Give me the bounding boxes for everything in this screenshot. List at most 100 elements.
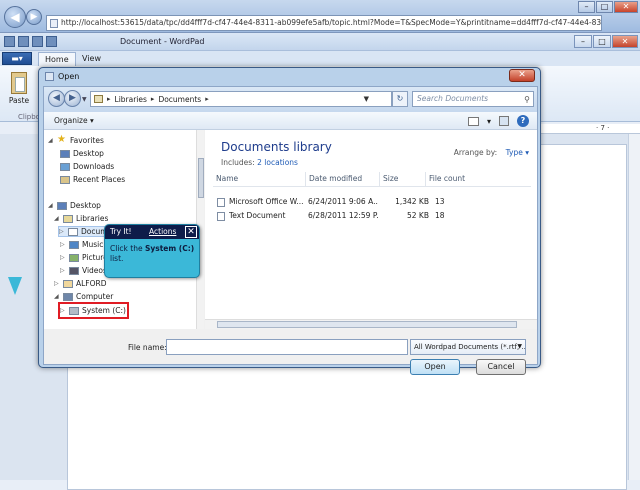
refresh-button[interactable]: ↻ (392, 91, 408, 107)
file-row[interactable]: Text Document 6/28/2011 12:59 P... 52 KB… (213, 209, 531, 223)
open-dialog: Open ✕ ◀ ▶ ▼ ▸ Libraries ▸ Documents ▸ ▼… (38, 67, 541, 375)
help-icon[interactable]: ? (517, 115, 529, 127)
library-icon (94, 95, 103, 103)
open-button[interactable]: Open (410, 359, 460, 375)
scrollbar-thumb[interactable] (198, 158, 204, 198)
file-row[interactable]: Microsoft Office W... 6/24/2011 9:06 A..… (213, 195, 531, 209)
paste-button[interactable]: Paste (6, 72, 32, 105)
change-view-icon[interactable] (467, 116, 479, 126)
file-date: 6/24/2011 9:06 A... (308, 197, 378, 206)
file-list-scrollbar[interactable] (205, 319, 537, 329)
browser-toolbar: ◀ ▶ http://localhost:53615/data/tpc/dd4f… (0, 0, 640, 33)
tree-item-desktop-favorite[interactable]: Desktop (60, 149, 104, 158)
tree-item-favorites[interactable]: ◢ ★ Favorites (48, 135, 104, 145)
dialog-app-icon (45, 72, 54, 81)
chevron-right-icon[interactable]: ▸ (205, 95, 209, 103)
expand-arrow-icon[interactable]: ▷ (60, 267, 66, 274)
tree-item-downloads[interactable]: Downloads (60, 162, 114, 171)
chevron-right-icon[interactable]: ▸ (151, 95, 155, 103)
search-input[interactable] (417, 94, 517, 103)
document-scrollbar[interactable] (628, 134, 640, 480)
tab-view[interactable]: View (76, 52, 107, 66)
column-header-date[interactable]: Date modified (305, 172, 379, 186)
tab-home[interactable]: Home (38, 52, 76, 66)
undo-icon[interactable] (32, 36, 43, 47)
ribbon-tabs: ▬▾ Home View (0, 51, 640, 66)
chevron-down-icon[interactable]: ▼ (364, 95, 369, 103)
tree-item-libraries[interactable]: ◢ Libraries (54, 214, 108, 223)
collapse-arrow-icon[interactable]: ◢ (54, 293, 60, 300)
dialog-toolbar: Organize ▾ ▾ ? (44, 112, 537, 130)
breadcrumb-documents[interactable]: Documents (158, 95, 201, 104)
browser-address-bar[interactable]: http://localhost:53615/data/tpc/dd4fff7d… (46, 15, 602, 31)
tree-label: Desktop (73, 149, 104, 158)
wordpad-title: Document - WordPad (120, 37, 205, 46)
tree-label: Music (82, 240, 104, 249)
browser-forward-button[interactable]: ▶ (26, 9, 42, 25)
document-folder-icon (217, 198, 225, 207)
browser-back-button[interactable]: ◀ (4, 6, 26, 28)
collapse-arrow-icon[interactable]: ◢ (48, 137, 54, 144)
file-type-dropdown[interactable]: All Wordpad Documents (*.rtf, ... ▼ (410, 339, 526, 355)
minimize-icon[interactable]: – (578, 1, 595, 13)
breadcrumb[interactable]: ▸ Libraries ▸ Documents ▸ ▼ (90, 91, 392, 107)
wordpad-minimize-icon[interactable]: – (574, 35, 592, 48)
save-icon[interactable] (18, 36, 29, 47)
locations-link[interactable]: 2 locations (257, 158, 298, 167)
forward-button[interactable]: ▶ (64, 90, 81, 107)
tree-label: Recent Places (73, 175, 126, 184)
more-options-icon[interactable]: ▾ (487, 117, 491, 126)
close-icon[interactable]: ✕ (614, 1, 638, 13)
tree-item-user[interactable]: ▷ ALFORD (54, 279, 107, 288)
expand-arrow-icon[interactable]: ▷ (59, 228, 65, 235)
callout-close-button[interactable]: ✕ (185, 226, 197, 238)
maximize-icon[interactable]: □ (596, 1, 613, 13)
redo-icon[interactable] (46, 36, 57, 47)
tree-item-videos[interactable]: ▷ Videos (60, 266, 107, 275)
breadcrumb-libraries[interactable]: Libraries (115, 95, 147, 104)
star-icon: ★ (57, 134, 66, 145)
collapse-arrow-icon[interactable]: ◢ (54, 215, 60, 222)
cancel-button[interactable]: Cancel (476, 359, 526, 375)
document-folder-icon (217, 212, 225, 221)
tree-item-desktop[interactable]: ◢ Desktop (48, 201, 101, 210)
wordpad-app-icon[interactable] (4, 36, 15, 47)
file-name-field[interactable] (166, 339, 408, 355)
music-icon (69, 240, 79, 249)
page-icon (50, 19, 58, 28)
tree-item-computer[interactable]: ◢ Computer (54, 292, 113, 301)
column-header-name[interactable]: Name (213, 172, 305, 186)
search-icon[interactable]: ⚲ (524, 93, 530, 107)
collapse-arrow-icon[interactable]: ◢ (48, 202, 54, 209)
tree-item-music[interactable]: ▷ Music (60, 240, 103, 249)
tree-item-recent-places[interactable]: Recent Places (60, 175, 125, 184)
recent-locations-dropdown-icon[interactable]: ▼ (82, 96, 87, 103)
scrollbar-thumb[interactable] (217, 321, 517, 328)
arrange-by-dropdown[interactable]: Type ▾ (506, 148, 529, 157)
chevron-right-icon[interactable]: ▸ (107, 95, 111, 103)
column-header-size[interactable]: Size (379, 172, 425, 186)
wordpad-title-bar: Document - WordPad – □ ✕ (0, 33, 640, 51)
organize-button[interactable]: Organize ▾ (54, 116, 94, 125)
search-field[interactable]: ⚲ (412, 91, 534, 107)
expand-arrow-icon[interactable]: ▷ (54, 280, 60, 287)
wordpad-maximize-icon[interactable]: □ (593, 35, 611, 48)
computer-icon (63, 292, 73, 301)
dialog-close-button[interactable]: ✕ (509, 69, 535, 82)
column-header-file-count[interactable]: File count (425, 172, 485, 186)
includes-label: Includes: (221, 158, 255, 167)
back-button[interactable]: ◀ (48, 90, 65, 107)
expand-arrow-icon[interactable]: ▷ (60, 254, 66, 261)
pictures-icon (69, 253, 79, 262)
wordpad-menu-button[interactable]: ▬▾ (2, 52, 32, 65)
expand-arrow-icon[interactable]: ▷ (60, 241, 66, 248)
tree-label: Libraries (76, 214, 109, 223)
wordpad-close-icon[interactable]: ✕ (612, 35, 638, 48)
callout-actions-link[interactable]: Actions (149, 225, 176, 239)
instruction-target: System (C:) (144, 244, 195, 253)
file-name-input[interactable] (167, 340, 407, 354)
instruction-prefix: Click the (110, 244, 145, 253)
callout-instruction: Click the System (C:) list. (110, 244, 196, 264)
file-count: 18 (435, 211, 445, 220)
preview-pane-icon[interactable] (499, 116, 509, 126)
